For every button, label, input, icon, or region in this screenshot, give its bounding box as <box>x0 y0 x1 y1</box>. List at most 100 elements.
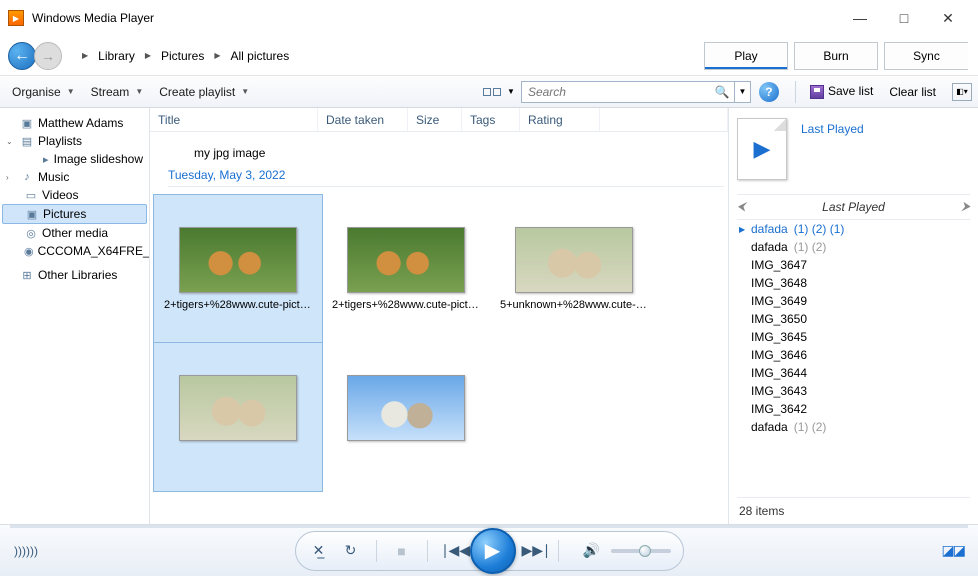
disc-icon: ◉ <box>24 245 34 257</box>
breadcrumb-pictures[interactable]: Pictures <box>157 46 208 66</box>
toolbar: Organise ▼ Stream▼ Create playlist ▼ ▼ 🔍 ▼… <box>0 76 978 108</box>
repeat-button[interactable]: ↻ <box>340 542 362 559</box>
column-tags[interactable]: Tags <box>462 108 520 131</box>
tab-burn[interactable]: Burn <box>794 42 878 70</box>
forward-button[interactable]: → <box>34 42 62 70</box>
caret-down-icon: ▼ <box>67 87 75 96</box>
content-body[interactable]: my jpg image Tuesday, May 3, 2022 2+tige… <box>150 132 728 524</box>
last-played-item[interactable]: ▶dafada (1) (2) (1) <box>737 220 970 238</box>
separator <box>795 81 796 103</box>
caret-down-icon[interactable]: ▼ <box>507 87 515 96</box>
volume-slider[interactable] <box>611 549 671 553</box>
breadcrumb-library[interactable]: Library <box>94 46 139 66</box>
tree-videos[interactable]: ▭Videos <box>2 186 147 204</box>
prev-list-button[interactable]: ⮜ <box>737 199 746 214</box>
organise-label: Organise <box>12 85 61 99</box>
thumbnail[interactable]: 5+unknown+%28www.cute-… <box>490 195 658 343</box>
column-size[interactable]: Size <box>408 108 462 131</box>
column-rating[interactable]: Rating <box>520 108 600 131</box>
user-icon: ▣ <box>20 117 34 129</box>
thumbnail[interactable] <box>154 343 322 491</box>
video-icon: ▭ <box>24 189 38 201</box>
tree-other-media[interactable]: ◎Other media <box>2 224 147 242</box>
next-button[interactable]: ▶▶∣ <box>522 542 544 559</box>
back-button[interactable]: ← <box>8 42 36 70</box>
thumbnail[interactable]: 2+tigers+%28www.cute-pict… <box>322 195 490 343</box>
last-played-item[interactable]: IMG_3646 <box>737 346 970 364</box>
volume-knob[interactable] <box>639 545 651 557</box>
item-label: IMG_3642 <box>751 402 807 416</box>
save-list-button[interactable]: Save list <box>804 81 879 102</box>
caret-right-icon: › <box>6 173 16 182</box>
column-date-taken[interactable]: Date taken <box>318 108 408 131</box>
search-dropdown[interactable]: ▼ <box>734 82 750 102</box>
previous-button[interactable]: ∣◀◀ <box>442 542 464 559</box>
picture-icon: ▣ <box>25 208 39 220</box>
playlist-item-icon: ▸ <box>42 153 50 165</box>
last-played-item[interactable]: IMG_3644 <box>737 364 970 382</box>
clear-list-button[interactable]: Clear list <box>883 82 942 102</box>
last-played-title: Last Played <box>801 122 864 136</box>
tree-pictures[interactable]: ▣Pictures <box>2 204 147 224</box>
last-played-item[interactable]: IMG_3650 <box>737 310 970 328</box>
tab-sync[interactable]: Sync <box>884 42 968 70</box>
shuffle-button[interactable]: ✕̲ <box>308 542 330 559</box>
tree-music[interactable]: ›♪Music <box>2 168 147 186</box>
tree-user[interactable]: ▣Matthew Adams <box>2 114 147 132</box>
music-icon: ♪ <box>20 171 34 183</box>
thumbnail-image <box>347 375 465 441</box>
organise-menu[interactable]: Organise ▼ <box>6 82 81 102</box>
last-played-list[interactable]: ▶dafada (1) (2) (1)dafada (1) (2)IMG_364… <box>737 220 970 497</box>
tree-label: Other media <box>42 226 108 240</box>
last-played-item[interactable]: IMG_3648 <box>737 274 970 292</box>
last-played-item[interactable]: IMG_3642 <box>737 400 970 418</box>
item-label: IMG_3647 <box>751 258 807 272</box>
thumbnail-caption: 2+tigers+%28www.cute-pict… <box>330 299 482 311</box>
last-played-item[interactable]: IMG_3647 <box>737 256 970 274</box>
group-date: Tuesday, May 3, 2022 <box>168 168 724 187</box>
tab-play[interactable]: Play <box>704 42 788 70</box>
last-played-item[interactable]: IMG_3645 <box>737 328 970 346</box>
search-box: 🔍 ▼ <box>521 81 751 103</box>
next-list-button[interactable]: ⮞ <box>961 199 970 214</box>
volume-control: 🔊 <box>581 542 671 559</box>
stream-menu[interactable]: Stream▼ <box>85 82 150 102</box>
last-played-item[interactable]: IMG_3643 <box>737 382 970 400</box>
stop-button[interactable]: ■ <box>391 543 413 559</box>
item-suffix: (1) (2) (1) <box>794 222 845 236</box>
content-pane: Title Date taken Size Tags Rating my jpg… <box>150 108 728 524</box>
tree-other-libraries[interactable]: ⊞Other Libraries <box>2 266 147 284</box>
search-input[interactable] <box>522 85 710 99</box>
column-title[interactable]: Title <box>150 108 318 131</box>
player-status: )))))) <box>14 544 214 558</box>
now-playing-icon: ▶ <box>737 118 787 180</box>
play-button[interactable]: ▶ <box>470 528 516 574</box>
mute-button[interactable]: 🔊 <box>581 542 603 559</box>
item-label: IMG_3644 <box>751 366 807 380</box>
caret-down-icon: ▼ <box>241 87 249 96</box>
thumbnail-image <box>347 227 465 293</box>
help-button[interactable]: ? <box>759 82 779 102</box>
item-label: dafada <box>751 222 788 236</box>
create-playlist-label: Create playlist <box>159 85 235 99</box>
switch-view-button[interactable]: ◪◪ <box>942 542 964 559</box>
panel-toggle-button[interactable]: ◧▾ <box>952 83 972 101</box>
tree-cccoma[interactable]: ◉CCCOMA_X64FRE_E <box>2 242 147 260</box>
search-icon[interactable]: 🔍 <box>710 85 734 99</box>
last-played-item[interactable]: dafada (1) (2) <box>737 418 970 436</box>
thumbnail[interactable] <box>322 343 490 491</box>
last-played-item[interactable]: IMG_3649 <box>737 292 970 310</box>
view-options-button[interactable] <box>483 88 501 96</box>
last-played-item[interactable]: dafada (1) (2) <box>737 238 970 256</box>
maximize-button[interactable]: □ <box>882 3 926 33</box>
tree-playlists[interactable]: ⌄▤Playlists <box>2 132 147 150</box>
breadcrumb-all-pictures[interactable]: All pictures <box>227 46 294 66</box>
navigation-tree: ▣Matthew Adams ⌄▤Playlists ▸Image slides… <box>0 108 150 524</box>
tree-image-slideshow[interactable]: ▸Image slideshow <box>2 150 147 168</box>
create-playlist-menu[interactable]: Create playlist ▼ <box>153 82 255 102</box>
close-button[interactable]: ✕ <box>926 3 970 33</box>
minimize-button[interactable]: — <box>838 3 882 33</box>
thumbnail[interactable]: 2+tigers+%28www.cute-pict… <box>154 195 322 343</box>
window-title: Windows Media Player <box>32 11 838 25</box>
item-label: IMG_3650 <box>751 312 807 326</box>
